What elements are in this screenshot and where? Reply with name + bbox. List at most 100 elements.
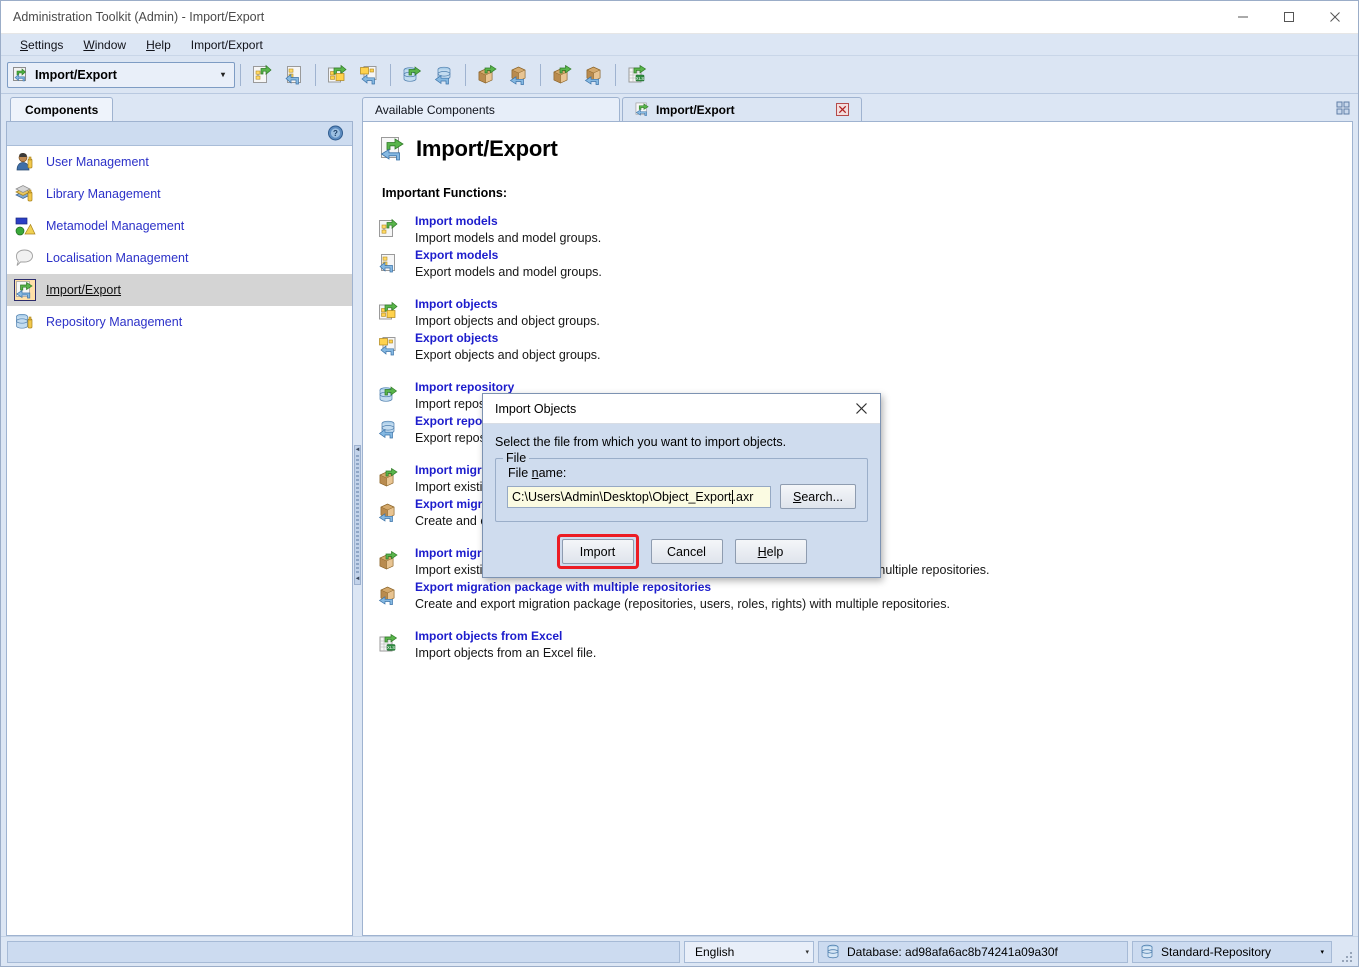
sidebar-item-label: Import/Export xyxy=(46,283,122,297)
tab-import-export[interactable]: Import/Export xyxy=(622,97,862,121)
sidebar-item-import-export[interactable]: Import/Export xyxy=(7,274,352,306)
import-excel-icon: XLS xyxy=(377,633,403,655)
import-export-icon xyxy=(14,279,36,301)
toolbar-separator xyxy=(240,63,241,86)
tab-available-components[interactable]: Available Components xyxy=(362,97,620,121)
sidebar-tabstrip: Components xyxy=(6,95,353,121)
function-link[interactable]: Export models xyxy=(415,248,498,262)
function-desc: Import objects from an Excel file. xyxy=(415,646,597,660)
application-window: Administration Toolkit (Admin) - Import/… xyxy=(0,0,1359,967)
function-link[interactable]: Import objects from Excel xyxy=(415,629,562,643)
help-button[interactable]: Help xyxy=(734,539,807,564)
search-button[interactable]: Search... xyxy=(780,484,856,509)
help-icon[interactable]: ? xyxy=(327,125,344,142)
maximize-button[interactable] xyxy=(1266,1,1312,33)
sidebar-item-label: Repository Management xyxy=(46,315,183,329)
sidebar-item-repository-management[interactable]: Repository Management xyxy=(7,306,352,338)
chevron-down-icon: ▾ xyxy=(805,948,809,956)
file-fieldset: File File name: C:\Users\Admin\Desktop\O… xyxy=(495,451,868,522)
function-link[interactable]: Import objects xyxy=(415,297,498,311)
toolbar-export-migration-package-multi[interactable] xyxy=(579,60,609,90)
close-icon[interactable] xyxy=(810,103,849,116)
toolbar-import-repository[interactable] xyxy=(397,60,427,90)
menu-window[interactable]: Window xyxy=(73,36,136,54)
import-model-icon xyxy=(377,218,403,240)
tile-layout-icon[interactable] xyxy=(1335,100,1351,116)
tab-components-label: Components xyxy=(25,102,99,117)
function-group-objects: Import objects Import objects and object… xyxy=(377,297,1352,362)
language-combo[interactable]: English ▾ xyxy=(684,940,814,963)
toolbar-import-objects[interactable] xyxy=(322,60,352,90)
database-label: Database: ad98afa6ac8b74241a09a30f xyxy=(847,944,1058,959)
toolbar-import-objects-from-excel[interactable]: XLS xyxy=(622,60,652,90)
grip-dots xyxy=(1341,951,1352,963)
toolbar-export-repository[interactable] xyxy=(429,60,459,90)
language-value: English xyxy=(695,944,735,959)
function-export-models[interactable]: Export models Export models and model gr… xyxy=(377,248,1352,279)
tab-components[interactable]: Components xyxy=(10,97,114,121)
sidebar-item-label: Localisation Management xyxy=(46,251,189,265)
menu-settings-label: ettings xyxy=(28,37,64,52)
export-package-icon xyxy=(377,501,403,523)
splitter-handle[interactable]: ◄ ◄ xyxy=(354,445,361,585)
function-import-objects[interactable]: Import objects Import objects and object… xyxy=(377,297,1352,328)
import-button[interactable]: Import xyxy=(561,539,634,564)
file-name-label: File name: xyxy=(508,466,567,480)
function-link[interactable]: Export migration package with multiple r… xyxy=(415,580,711,594)
component-combo[interactable]: Import/Export ▾ xyxy=(7,61,235,88)
splitter-collapse-left-icon[interactable]: ◄ xyxy=(355,447,361,453)
repository-status[interactable]: Standard-Repository ▾ xyxy=(1132,940,1332,963)
repository-management-icon xyxy=(14,311,36,333)
function-link[interactable]: Import models xyxy=(415,214,498,228)
menu-import-export[interactable]: Import/Export xyxy=(181,36,273,54)
import-package-icon xyxy=(377,467,403,489)
dialog-title-bar: Import Objects xyxy=(483,394,880,424)
toolbar-import-models[interactable] xyxy=(247,60,277,90)
toolbar-separator xyxy=(540,63,541,86)
function-import-objects-from-excel[interactable]: XLS Import objects from Excel Import obj… xyxy=(377,629,1352,660)
toolbar-export-migration-package[interactable] xyxy=(504,60,534,90)
dialog-title: Import Objects xyxy=(495,401,577,416)
function-import-models[interactable]: Import models Import models and model gr… xyxy=(377,214,1352,245)
import-export-icon xyxy=(380,136,406,162)
cancel-button[interactable]: Cancel xyxy=(650,539,723,564)
splitter-collapse-right-icon[interactable]: ◄ xyxy=(355,576,361,582)
window-resize-grip[interactable] xyxy=(1336,941,1352,963)
function-link[interactable]: Export objects xyxy=(415,331,498,345)
close-button[interactable] xyxy=(1312,1,1358,33)
toolbar-import-migration-package[interactable] xyxy=(472,60,502,90)
toolbar-separator xyxy=(390,63,391,86)
export-object-icon xyxy=(377,335,403,357)
menu-bar: Settings Window Help Import/Export xyxy=(1,34,1358,56)
dialog-body: Select the file from which you want to i… xyxy=(483,424,880,577)
import-objects-dialog: Import Objects Select the file from whic… xyxy=(482,393,881,578)
tab-available-components-label: Available Components xyxy=(375,102,495,117)
minimize-button[interactable] xyxy=(1220,1,1266,33)
pane-splitter[interactable]: ◄ ◄ xyxy=(353,94,362,936)
page-title: Import/Export xyxy=(380,136,1352,162)
function-desc: Import models and model groups. xyxy=(415,231,602,245)
sidebar-box: ? User Management Library Management Met… xyxy=(6,121,353,936)
sidebar-item-metamodel-management[interactable]: Metamodel Management xyxy=(7,210,352,242)
import-export-icon xyxy=(635,102,650,117)
function-export-objects[interactable]: Export objects Export objects and object… xyxy=(377,331,1352,362)
dialog-close-icon[interactable] xyxy=(848,396,874,422)
database-icon xyxy=(826,944,840,959)
database-status[interactable]: Database: ad98afa6ac8b74241a09a30f xyxy=(818,940,1128,963)
file-name-input[interactable]: C:\Users\Admin\Desktop\Object_Export .axr xyxy=(507,485,771,508)
metamodel-management-icon xyxy=(14,215,36,237)
toolbar-export-models[interactable] xyxy=(279,60,309,90)
sidebar-item-label: Metamodel Management xyxy=(46,219,185,233)
sidebar-item-localisation-management[interactable]: Localisation Management xyxy=(7,242,352,274)
function-link[interactable]: Import repository xyxy=(415,380,514,394)
dialog-resize-grip[interactable] xyxy=(865,563,877,575)
menu-settings[interactable]: Settings xyxy=(10,36,73,54)
function-export-migration-package-multi[interactable]: Export migration package with multiple r… xyxy=(377,580,1352,611)
sidebar-item-user-management[interactable]: User Management xyxy=(7,146,352,178)
toolbar-export-objects[interactable] xyxy=(354,60,384,90)
toolbar-separator xyxy=(315,63,316,86)
menu-help[interactable]: Help xyxy=(136,36,181,54)
function-group-excel: XLS Import objects from Excel Import obj… xyxy=(377,629,1352,660)
sidebar-item-library-management[interactable]: Library Management xyxy=(7,178,352,210)
toolbar-import-migration-package-multi[interactable] xyxy=(547,60,577,90)
